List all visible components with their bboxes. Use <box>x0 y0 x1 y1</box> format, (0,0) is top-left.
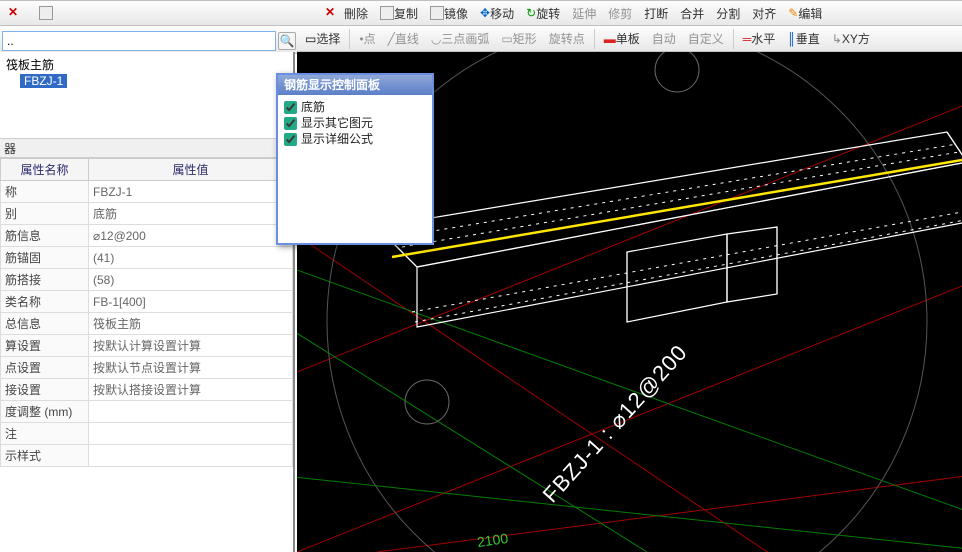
vert-button[interactable]: ║垂直 <box>783 28 824 50</box>
prop-name: 别 <box>1 203 89 225</box>
property-row[interactable]: 示样式 <box>1 445 293 467</box>
split-button[interactable]: 分割 <box>712 2 744 24</box>
member-tree: 筏板主筋 FBZJ-1 <box>0 52 293 138</box>
left-panel: 筏板主筋 FBZJ-1 器 属性名称 属性值 称FBZJ-1别底筋筋信息⌀12@… <box>0 52 295 552</box>
merge-button[interactable]: 合并 <box>676 2 708 24</box>
tree-child-selected[interactable]: FBZJ-1 <box>20 74 67 88</box>
property-row[interactable]: 注 <box>1 423 293 445</box>
prop-value[interactable] <box>89 445 293 467</box>
prop-name: 算设置 <box>1 335 89 357</box>
prop-name: 点设置 <box>1 357 89 379</box>
move-button[interactable]: ✥移动 <box>476 2 518 24</box>
property-row[interactable]: 总信息筏板主筋 <box>1 313 293 335</box>
display-option[interactable]: 显示详细公式 <box>284 131 426 147</box>
single-button[interactable]: ▬单板 <box>600 28 644 50</box>
float-panel-title: 钢筋显示控制面板 <box>278 75 432 95</box>
col-value: 属性值 <box>89 159 293 181</box>
search-input[interactable] <box>2 31 276 51</box>
prop-name: 筋锚固 <box>1 247 89 269</box>
prop-value[interactable]: FBZJ-1 <box>89 181 293 203</box>
prop-value[interactable]: 底筋 <box>89 203 293 225</box>
property-table: 属性名称 属性值 称FBZJ-1别底筋筋信息⌀12@200筋锚固(41)筋搭接(… <box>0 158 293 467</box>
rebar-display-panel[interactable]: 钢筋显示控制面板 底筋显示其它图元显示详细公式 <box>276 73 434 245</box>
checkbox-label: 显示其它图元 <box>301 115 373 131</box>
auto-button[interactable]: 自动 <box>648 28 680 50</box>
prop-name: 称 <box>1 181 89 203</box>
property-row[interactable]: 别底筋 <box>1 203 293 225</box>
break-button[interactable]: 打断 <box>640 2 672 24</box>
trim-button[interactable]: 修剪 <box>604 2 636 24</box>
prop-value[interactable]: 按默认计算设置计算 <box>89 335 293 357</box>
property-row[interactable]: 称FBZJ-1 <box>1 181 293 203</box>
prop-name: 类名称 <box>1 291 89 313</box>
display-option[interactable]: 显示其它图元 <box>284 115 426 131</box>
point-button[interactable]: •点 <box>355 28 379 50</box>
col-name: 属性名称 <box>1 159 89 181</box>
panel-section-label: 器 <box>0 138 293 158</box>
property-row[interactable]: 算设置按默认计算设置计算 <box>1 335 293 357</box>
checkbox[interactable] <box>284 117 297 130</box>
property-row[interactable]: 度调整 (mm) <box>1 401 293 423</box>
cross-icon[interactable]: ✕ <box>4 2 31 24</box>
horiz-button[interactable]: ═水平 <box>739 28 780 50</box>
extend-button[interactable]: 延伸 <box>568 2 600 24</box>
prop-value[interactable]: 按默认节点设置计算 <box>89 357 293 379</box>
search-icon[interactable]: 🔍 <box>278 32 296 50</box>
checkbox[interactable] <box>284 133 297 146</box>
display-option[interactable]: 底筋 <box>284 99 426 115</box>
xy-button[interactable]: ↳XY方 <box>828 28 874 50</box>
select-button[interactable]: ▭选择 <box>301 28 344 50</box>
rect-button[interactable]: ▭矩形 <box>497 28 540 50</box>
rotate-button[interactable]: ↻旋转 <box>522 2 564 24</box>
prop-name: 总信息 <box>1 313 89 335</box>
toolbar-draw-real: ▭选择 •点 ╱直线 ◡三点画弧 ▭矩形 旋转点 ▬单板 自动 自定义 ═水平 … <box>297 26 962 52</box>
property-row[interactable]: 接设置按默认搭接设置计算 <box>1 379 293 401</box>
line-button[interactable]: ╱直线 <box>384 28 423 50</box>
prop-value[interactable]: 筏板主筋 <box>89 313 293 335</box>
prop-value[interactable] <box>89 401 293 423</box>
property-row[interactable]: 筋信息⌀12@200 <box>1 225 293 247</box>
checkbox[interactable] <box>284 101 297 114</box>
toolbar-edit: ✕ ✕刪除 复制 镜像 ✥移动 ↻旋转 延伸 修剪 打断 合并 分割 对齐 ✎编… <box>0 0 962 26</box>
custom-button[interactable]: 自定义 <box>684 28 728 50</box>
prop-value[interactable]: 按默认搭接设置计算 <box>89 379 293 401</box>
prop-name: 筋搭接 <box>1 269 89 291</box>
property-row[interactable]: 类名称FB-1[400] <box>1 291 293 313</box>
prop-value[interactable]: FB-1[400] <box>89 291 293 313</box>
align-button[interactable]: 对齐 <box>748 2 780 24</box>
prop-name: 度调整 (mm) <box>1 401 89 423</box>
prop-value[interactable]: ⌀12@200 <box>89 225 293 247</box>
copy-icon[interactable] <box>35 2 57 24</box>
prop-value[interactable]: (58) <box>89 269 293 291</box>
mirror-button[interactable]: 镜像 <box>426 2 472 24</box>
rotpt-button[interactable]: 旋转点 <box>545 28 589 50</box>
property-row[interactable]: 点设置按默认节点设置计算 <box>1 357 293 379</box>
edit2-button[interactable]: ✎编辑 <box>784 2 826 24</box>
prop-value[interactable] <box>89 423 293 445</box>
checkbox-label: 底筋 <box>301 99 325 115</box>
prop-name: 示样式 <box>1 445 89 467</box>
prop-value[interactable]: (41) <box>89 247 293 269</box>
checkbox-label: 显示详细公式 <box>301 131 373 147</box>
property-row[interactable]: 筋锚固(41) <box>1 247 293 269</box>
arc3-button[interactable]: ◡三点画弧 <box>427 28 494 50</box>
prop-name: 筋信息 <box>1 225 89 247</box>
prop-name: 注 <box>1 423 89 445</box>
property-row[interactable]: 筋搭接(58) <box>1 269 293 291</box>
prop-name: 接设置 <box>1 379 89 401</box>
copy-button[interactable]: 复制 <box>376 2 422 24</box>
delete-button[interactable]: ✕刪除 <box>321 2 372 24</box>
tree-root[interactable]: 筏板主筋 <box>6 56 287 74</box>
